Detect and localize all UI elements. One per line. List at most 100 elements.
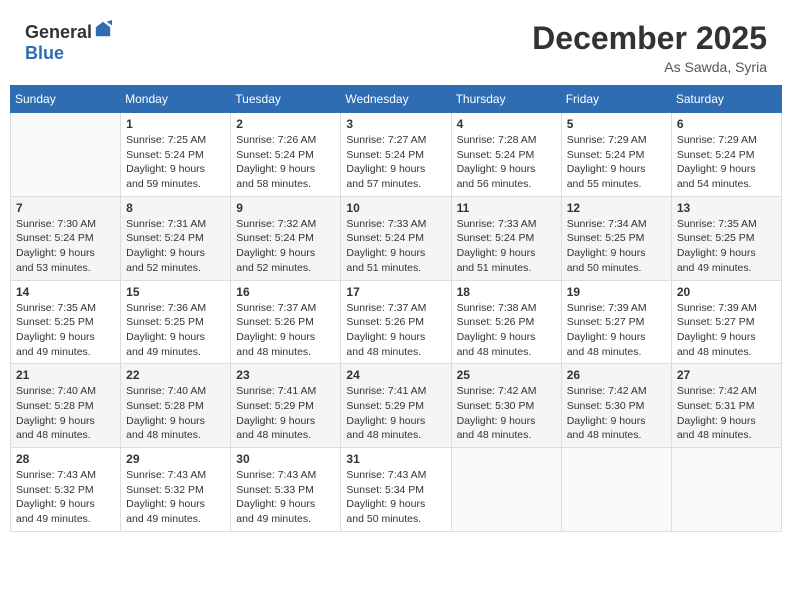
cell-info: Sunrise: 7:40 AMSunset: 5:28 PMDaylight:… [16,384,115,443]
cell-info: Sunrise: 7:33 AMSunset: 5:24 PMDaylight:… [346,217,445,276]
calendar-header-row: SundayMondayTuesdayWednesdayThursdayFrid… [11,86,782,113]
cell-info: Sunrise: 7:36 AMSunset: 5:25 PMDaylight:… [126,301,225,360]
calendar-cell: 12 Sunrise: 7:34 AMSunset: 5:25 PMDayligh… [561,196,671,280]
date-number: 18 [457,285,556,299]
date-number: 13 [677,201,776,215]
calendar-cell: 4 Sunrise: 7:28 AMSunset: 5:24 PMDaylight… [451,113,561,197]
cell-info: Sunrise: 7:43 AMSunset: 5:32 PMDaylight:… [126,468,225,527]
calendar-cell: 21 Sunrise: 7:40 AMSunset: 5:28 PMDayligh… [11,364,121,448]
date-number: 9 [236,201,335,215]
date-number: 26 [567,368,666,382]
calendar-cell: 26 Sunrise: 7:42 AMSunset: 5:30 PMDayligh… [561,364,671,448]
date-number: 1 [126,117,225,131]
calendar-cell: 6 Sunrise: 7:29 AMSunset: 5:24 PMDaylight… [671,113,781,197]
calendar-week-row: 14Sunrise: 7:35 AMSunset: 5:25 PMDayligh… [11,280,782,364]
date-number: 10 [346,201,445,215]
weekday-header: Sunday [11,86,121,113]
date-number: 23 [236,368,335,382]
date-number: 29 [126,452,225,466]
calendar-cell: 3 Sunrise: 7:27 AMSunset: 5:24 PMDaylight… [341,113,451,197]
calendar-cell: 17Sunrise: 7:37 AMSunset: 5:26 PMDayligh… [341,280,451,364]
date-number: 28 [16,452,115,466]
cell-info: Sunrise: 7:29 AMSunset: 5:24 PMDaylight:… [677,133,776,192]
cell-info: Sunrise: 7:37 AMSunset: 5:26 PMDaylight:… [346,301,445,360]
weekday-header: Wednesday [341,86,451,113]
cell-info: Sunrise: 7:33 AMSunset: 5:24 PMDaylight:… [457,217,556,276]
calendar-cell: 30 Sunrise: 7:43 AMSunset: 5:33 PMDayligh… [231,448,341,532]
calendar-cell: 25 Sunrise: 7:42 AMSunset: 5:30 PMDayligh… [451,364,561,448]
date-number: 19 [567,285,666,299]
calendar-cell: 24 Sunrise: 7:41 AMSunset: 5:29 PMDayligh… [341,364,451,448]
date-number: 15 [126,285,225,299]
date-number: 3 [346,117,445,131]
logo-content: General Blue [25,20,112,64]
cell-info: Sunrise: 7:26 AMSunset: 5:24 PMDaylight:… [236,133,335,192]
date-number: 31 [346,452,445,466]
calendar-cell: 22 Sunrise: 7:40 AMSunset: 5:28 PMDayligh… [121,364,231,448]
date-number: 22 [126,368,225,382]
logo-general: General [25,22,92,42]
calendar-week-row: 21 Sunrise: 7:40 AMSunset: 5:28 PMDayligh… [11,364,782,448]
date-number: 5 [567,117,666,131]
date-number: 21 [16,368,115,382]
calendar-week-row: 28 Sunrise: 7:43 AMSunset: 5:32 PMDayligh… [11,448,782,532]
cell-info: Sunrise: 7:39 AMSunset: 5:27 PMDaylight:… [567,301,666,360]
logo: General Blue [25,20,112,64]
calendar-cell: 13 Sunrise: 7:35 AMSunset: 5:25 PMDayligh… [671,196,781,280]
date-number: 20 [677,285,776,299]
cell-info: Sunrise: 7:43 AMSunset: 5:34 PMDaylight:… [346,468,445,527]
date-number: 25 [457,368,556,382]
cell-info: Sunrise: 7:41 AMSunset: 5:29 PMDaylight:… [236,384,335,443]
weekday-header: Monday [121,86,231,113]
date-number: 8 [126,201,225,215]
cell-info: Sunrise: 7:28 AMSunset: 5:24 PMDaylight:… [457,133,556,192]
cell-info: Sunrise: 7:31 AMSunset: 5:24 PMDaylight:… [126,217,225,276]
cell-info: Sunrise: 7:42 AMSunset: 5:31 PMDaylight:… [677,384,776,443]
date-number: 4 [457,117,556,131]
calendar-cell: 18Sunrise: 7:38 AMSunset: 5:26 PMDayligh… [451,280,561,364]
calendar-cell: 28Sunrise: 7:43 AMSunset: 5:32 PMDayligh… [11,448,121,532]
cell-info: Sunrise: 7:30 AMSunset: 5:24 PMDaylight:… [16,217,115,276]
location-label: As Sawda, Syria [532,59,767,75]
cell-info: Sunrise: 7:25 AMSunset: 5:24 PMDaylight:… [126,133,225,192]
date-number: 7 [16,201,115,215]
cell-info: Sunrise: 7:34 AMSunset: 5:25 PMDaylight:… [567,217,666,276]
calendar-cell: 23 Sunrise: 7:41 AMSunset: 5:29 PMDayligh… [231,364,341,448]
cell-info: Sunrise: 7:43 AMSunset: 5:33 PMDaylight:… [236,468,335,527]
cell-info: Sunrise: 7:42 AMSunset: 5:30 PMDaylight:… [567,384,666,443]
calendar-cell: 20Sunrise: 7:39 AMSunset: 5:27 PMDayligh… [671,280,781,364]
page-header: General Blue December 2025 As Sawda, Syr… [10,10,782,80]
calendar-cell [671,448,781,532]
cell-info: Sunrise: 7:37 AMSunset: 5:26 PMDaylight:… [236,301,335,360]
date-number: 6 [677,117,776,131]
calendar-cell [11,113,121,197]
calendar-cell: 1 Sunrise: 7:25 AMSunset: 5:24 PMDaylight… [121,113,231,197]
cell-info: Sunrise: 7:27 AMSunset: 5:24 PMDaylight:… [346,133,445,192]
cell-info: Sunrise: 7:40 AMSunset: 5:28 PMDaylight:… [126,384,225,443]
calendar-cell: 16 Sunrise: 7:37 AMSunset: 5:26 PMDayligh… [231,280,341,364]
calendar-cell: 19 Sunrise: 7:39 AMSunset: 5:27 PMDayligh… [561,280,671,364]
date-number: 24 [346,368,445,382]
calendar-cell: 27 Sunrise: 7:42 AMSunset: 5:31 PMDayligh… [671,364,781,448]
cell-info: Sunrise: 7:35 AMSunset: 5:25 PMDaylight:… [677,217,776,276]
calendar-table: SundayMondayTuesdayWednesdayThursdayFrid… [10,85,782,532]
date-number: 27 [677,368,776,382]
calendar-cell: 9Sunrise: 7:32 AMSunset: 5:24 PMDaylight… [231,196,341,280]
date-number: 30 [236,452,335,466]
calendar-cell: 14Sunrise: 7:35 AMSunset: 5:25 PMDayligh… [11,280,121,364]
calendar-cell: 5 Sunrise: 7:29 AMSunset: 5:24 PMDaylight… [561,113,671,197]
calendar-cell: 10 Sunrise: 7:33 AMSunset: 5:24 PMDayligh… [341,196,451,280]
date-number: 12 [567,201,666,215]
weekday-header: Friday [561,86,671,113]
cell-info: Sunrise: 7:41 AMSunset: 5:29 PMDaylight:… [346,384,445,443]
date-number: 11 [457,201,556,215]
logo-blue: Blue [25,43,64,63]
title-section: December 2025 As Sawda, Syria [532,20,767,75]
calendar-week-row: 7 Sunrise: 7:30 AMSunset: 5:24 PMDaylight… [11,196,782,280]
cell-info: Sunrise: 7:29 AMSunset: 5:24 PMDaylight:… [567,133,666,192]
weekday-header: Thursday [451,86,561,113]
cell-info: Sunrise: 7:42 AMSunset: 5:30 PMDaylight:… [457,384,556,443]
date-number: 16 [236,285,335,299]
calendar-cell: 8 Sunrise: 7:31 AMSunset: 5:24 PMDaylight… [121,196,231,280]
calendar-week-row: 1 Sunrise: 7:25 AMSunset: 5:24 PMDaylight… [11,113,782,197]
